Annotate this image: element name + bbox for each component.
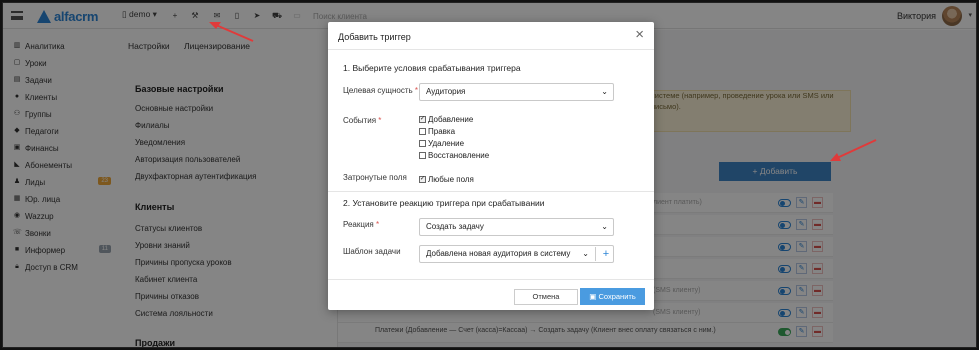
annotation-arrow-toolbar	[209, 22, 254, 42]
app-window: alfacrm ▯ demo ▾ + ⚒ ✉ ▯ ➤ ⛟ ▭ Поиск кли…	[2, 2, 977, 348]
annotation-arrows	[209, 22, 877, 161]
annotation-arrow-add-button	[830, 139, 877, 161]
